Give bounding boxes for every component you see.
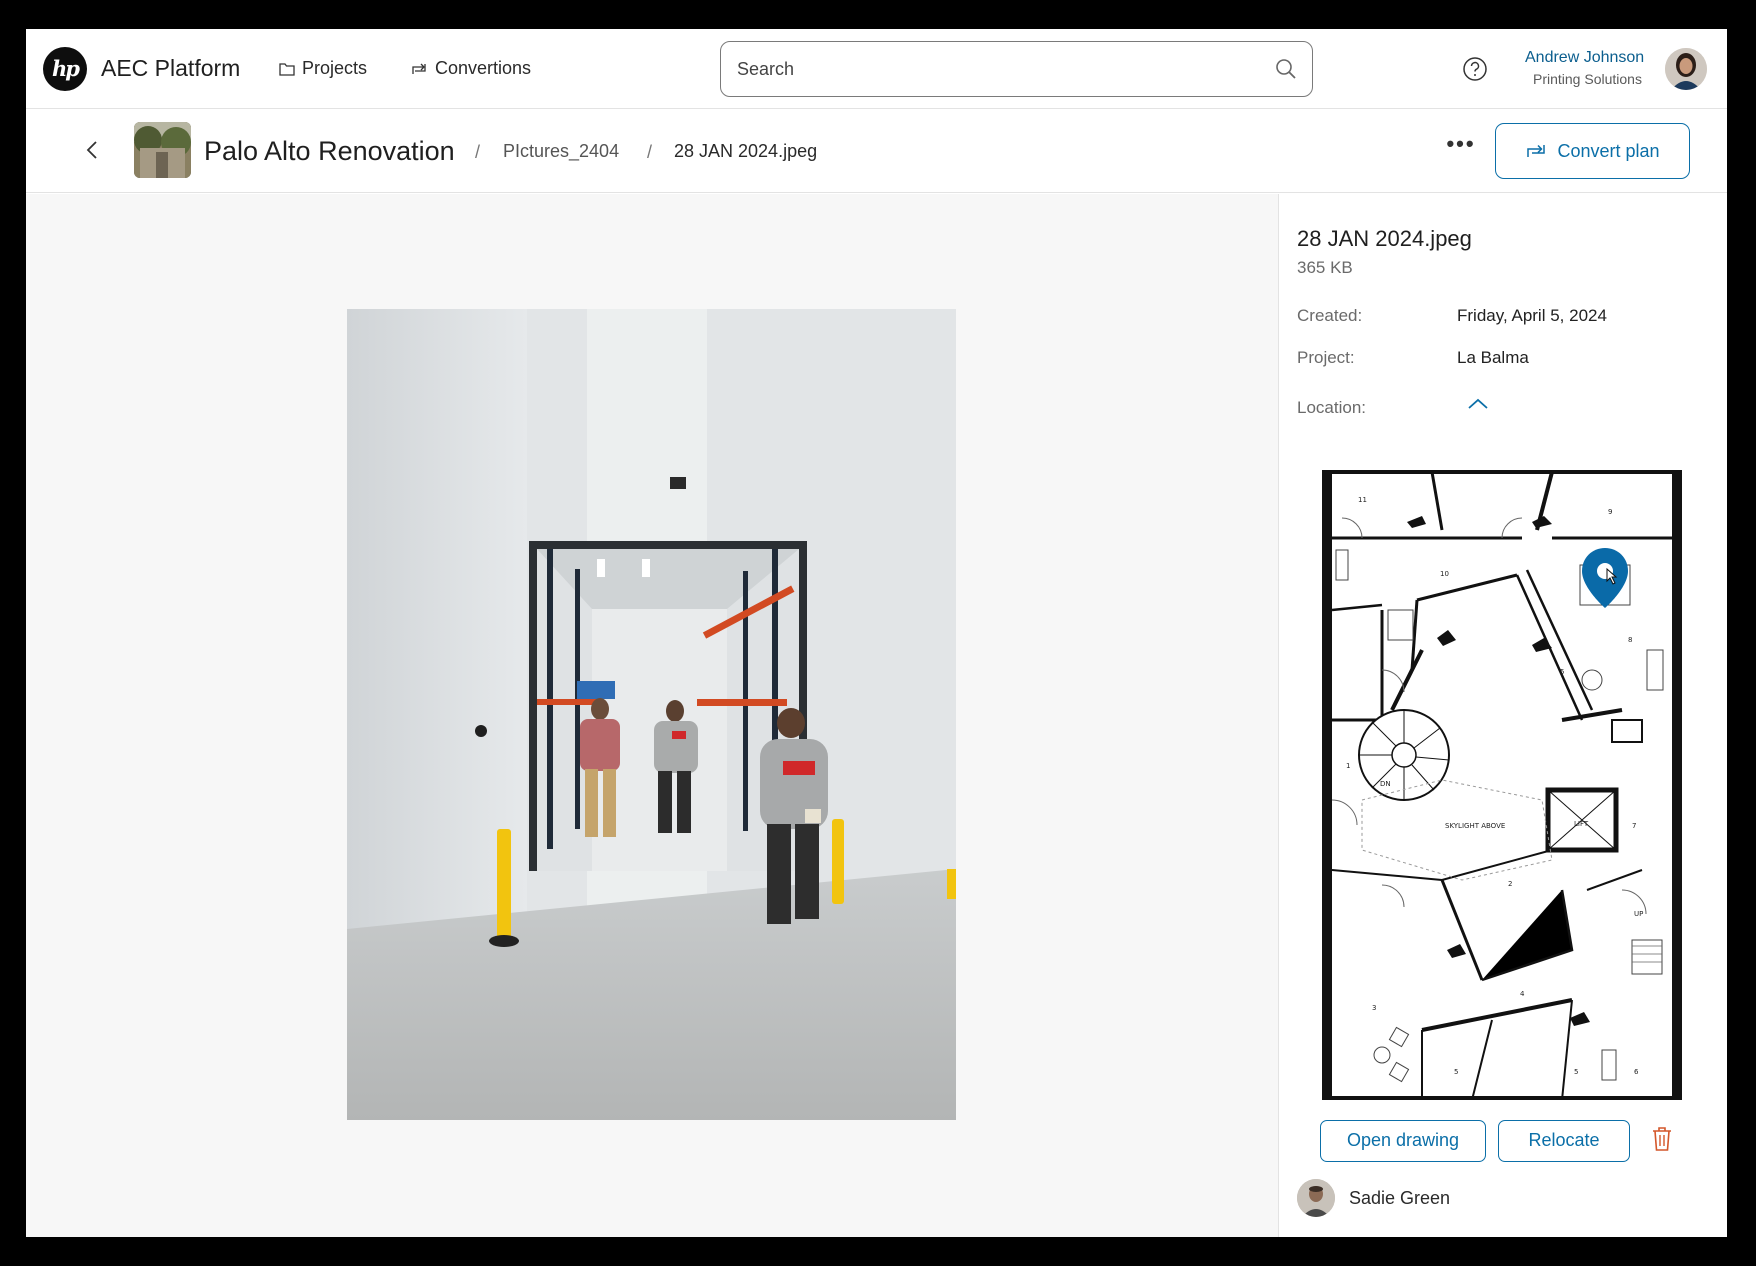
floor-plan[interactable]: 11 9 10 8 5 1 DN SKYLIGHT ABOVE LIFT 7 2…	[1322, 470, 1682, 1100]
image-viewer	[26, 194, 1278, 1237]
svg-text:SKYLIGHT ABOVE: SKYLIGHT ABOVE	[1445, 822, 1505, 830]
svg-text:5: 5	[1574, 1068, 1578, 1076]
created-label: Created:	[1297, 306, 1363, 325]
svg-text:1: 1	[1346, 762, 1350, 770]
svg-text:6: 6	[1634, 1068, 1639, 1076]
breadcrumb-project[interactable]: Palo Alto Renovation	[204, 136, 455, 167]
svg-text:4: 4	[1520, 990, 1525, 998]
convert-plan-label: Convert plan	[1557, 140, 1660, 161]
author-avatar	[1297, 1179, 1335, 1217]
convert-plan-button[interactable]: Convert plan	[1495, 123, 1690, 179]
breadcrumb-separator: /	[475, 142, 481, 162]
app-title: AEC Platform	[101, 55, 241, 81]
nav-projects-label: Projects	[302, 58, 368, 78]
svg-text:7: 7	[1632, 822, 1636, 830]
chevron-up-icon[interactable]	[1466, 396, 1490, 412]
author-name: Sadie Green	[1349, 1188, 1451, 1208]
back-arrow-icon[interactable]	[78, 135, 108, 165]
details-panel: 28 JAN 2024.jpeg 365 KB Created: Friday,…	[1278, 194, 1727, 1237]
breadcrumb-bar: Palo Alto Renovation / PIctures_2404 / 2…	[26, 109, 1727, 193]
top-navigation-bar: hp AEC Platform Projects Convertions And…	[26, 29, 1727, 109]
app-window: hp AEC Platform Projects Convertions And…	[26, 29, 1727, 1237]
open-drawing-button[interactable]: Open drawing	[1320, 1120, 1486, 1162]
user-name[interactable]: Andrew Johnson	[1525, 49, 1675, 67]
search-icon[interactable]	[1274, 57, 1298, 81]
search-input[interactable]	[737, 56, 1217, 82]
svg-text:9: 9	[1608, 508, 1612, 516]
project-label: Project:	[1297, 348, 1355, 367]
user-organization: Printing Solutions	[1533, 71, 1642, 87]
svg-text:5: 5	[1454, 1068, 1458, 1076]
project-value[interactable]: La Balma	[1457, 348, 1529, 368]
help-icon[interactable]	[1462, 56, 1488, 82]
nav-conversions-label: Convertions	[435, 58, 532, 78]
svg-text:3: 3	[1372, 1004, 1376, 1012]
breadcrumb-file: 28 JAN 2024.jpeg	[674, 141, 818, 161]
convert-icon	[1527, 144, 1546, 157]
breadcrumb-folder[interactable]: PIctures_2404	[503, 141, 619, 162]
trash-icon[interactable]	[1651, 1126, 1673, 1152]
location-pin-icon[interactable]	[1577, 544, 1633, 614]
search-box	[720, 41, 1313, 97]
more-options-button[interactable]: •••	[1441, 133, 1481, 165]
location-label: Location:	[1297, 398, 1366, 417]
breadcrumb-separator: /	[647, 142, 653, 162]
file-size: 365 KB	[1297, 258, 1353, 277]
convert-icon	[412, 63, 426, 74]
relocate-button[interactable]: Relocate	[1498, 1120, 1630, 1162]
project-thumbnail[interactable]	[134, 122, 191, 178]
svg-text:8: 8	[1628, 636, 1632, 644]
svg-text:UP: UP	[1634, 910, 1643, 918]
hp-logo[interactable]: hp	[43, 47, 87, 91]
svg-text:11: 11	[1358, 496, 1367, 504]
nav-conversions[interactable]: Convertions	[410, 58, 531, 79]
nav-projects[interactable]: Projects	[279, 58, 367, 79]
svg-text:10: 10	[1440, 570, 1449, 578]
svg-text:LIFT: LIFT	[1574, 820, 1589, 828]
folder-icon	[279, 62, 295, 76]
svg-text:5: 5	[1560, 668, 1564, 676]
user-avatar[interactable]	[1665, 48, 1707, 90]
svg-text:2: 2	[1508, 880, 1512, 888]
site-photo[interactable]	[347, 309, 956, 1120]
svg-text:DN: DN	[1380, 780, 1391, 788]
file-name: 28 JAN 2024.jpeg	[1297, 226, 1472, 251]
created-value: Friday, April 5, 2024	[1457, 306, 1607, 325]
